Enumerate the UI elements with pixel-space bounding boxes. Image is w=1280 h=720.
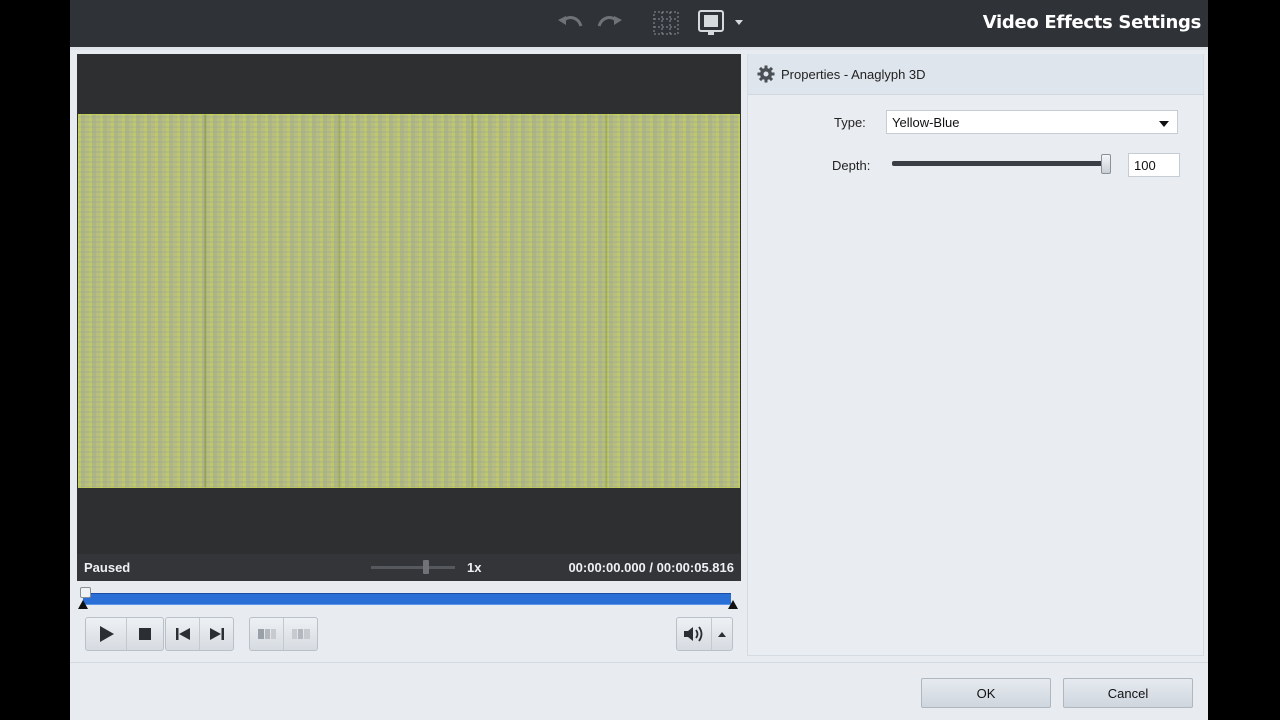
speed-label: 1x (467, 560, 482, 575)
seek-thumb[interactable] (80, 587, 91, 598)
speed-slider[interactable] (371, 566, 455, 569)
timecode: 00:00:00.000 / 00:00:05.816 (568, 560, 734, 575)
seek-track[interactable] (83, 593, 731, 605)
chevron-up-icon (718, 632, 726, 637)
trim-start-marker[interactable] (78, 600, 88, 609)
skip-forward-icon (209, 628, 224, 640)
stop-button[interactable] (126, 618, 163, 650)
video-preview: Paused 1x 00:00:00.000 / 00:00:05.816 (77, 54, 741, 581)
volume-menu-button[interactable] (711, 618, 732, 650)
trim-end-marker[interactable] (728, 600, 738, 609)
mark-in-icon (257, 629, 276, 639)
navigation-controls (165, 617, 234, 651)
player-status-bar: Paused 1x 00:00:00.000 / 00:00:05.816 (77, 554, 741, 581)
next-frame-button[interactable] (199, 618, 233, 650)
speaker-icon (684, 626, 703, 642)
play-button[interactable] (86, 618, 126, 650)
playback-controls (85, 617, 164, 651)
playback-status: Paused (84, 560, 131, 575)
redo-icon[interactable] (594, 8, 626, 38)
chevron-down-icon (735, 20, 743, 25)
depth-slider-thumb[interactable] (1101, 154, 1111, 174)
depth-value-input[interactable]: 100 (1128, 153, 1180, 177)
toolbar-divider (70, 47, 1208, 50)
monitor-icon[interactable] (694, 8, 746, 38)
window-title: Video Effects Settings (982, 12, 1202, 33)
set-start-button[interactable] (250, 618, 283, 650)
properties-panel: Properties - Anaglyph 3D Type: Yellow-Bl… (747, 54, 1204, 656)
depth-label: Depth: (832, 158, 871, 173)
top-toolbar: Video Effects Settings (70, 0, 1208, 47)
time-separator: / (649, 560, 654, 575)
stop-icon (139, 628, 151, 640)
seek-bar[interactable] (77, 587, 741, 610)
mark-out-icon (291, 629, 310, 639)
marker-controls (249, 617, 318, 651)
play-icon (100, 626, 114, 642)
set-end-button[interactable] (283, 618, 317, 650)
total-time: 00:00:05.816 (656, 560, 734, 575)
volume-button[interactable] (677, 618, 711, 650)
video-frame (78, 114, 740, 488)
properties-title: Properties - Anaglyph 3D (781, 67, 926, 82)
grid-icon[interactable] (650, 8, 682, 38)
gear-icon (757, 65, 775, 83)
undo-icon[interactable] (554, 8, 586, 38)
volume-controls (676, 617, 733, 651)
video-effects-dialog: Video Effects Settings Paused 1x 00:00:0… (70, 0, 1208, 720)
skip-back-icon (175, 628, 190, 640)
speed-slider-thumb[interactable] (422, 560, 429, 574)
current-time: 00:00:00.000 (568, 560, 646, 575)
cancel-button[interactable]: Cancel (1063, 678, 1193, 708)
type-label: Type: (834, 115, 866, 130)
properties-header: Properties - Anaglyph 3D (748, 54, 1203, 95)
footer-divider (70, 662, 1208, 663)
dropdown-arrow-icon (1159, 121, 1169, 127)
type-selected-value: Yellow-Blue (892, 115, 960, 130)
ok-button[interactable]: OK (921, 678, 1051, 708)
previous-frame-button[interactable] (166, 618, 199, 650)
type-dropdown[interactable]: Yellow-Blue (886, 110, 1178, 134)
depth-slider[interactable] (892, 161, 1110, 166)
